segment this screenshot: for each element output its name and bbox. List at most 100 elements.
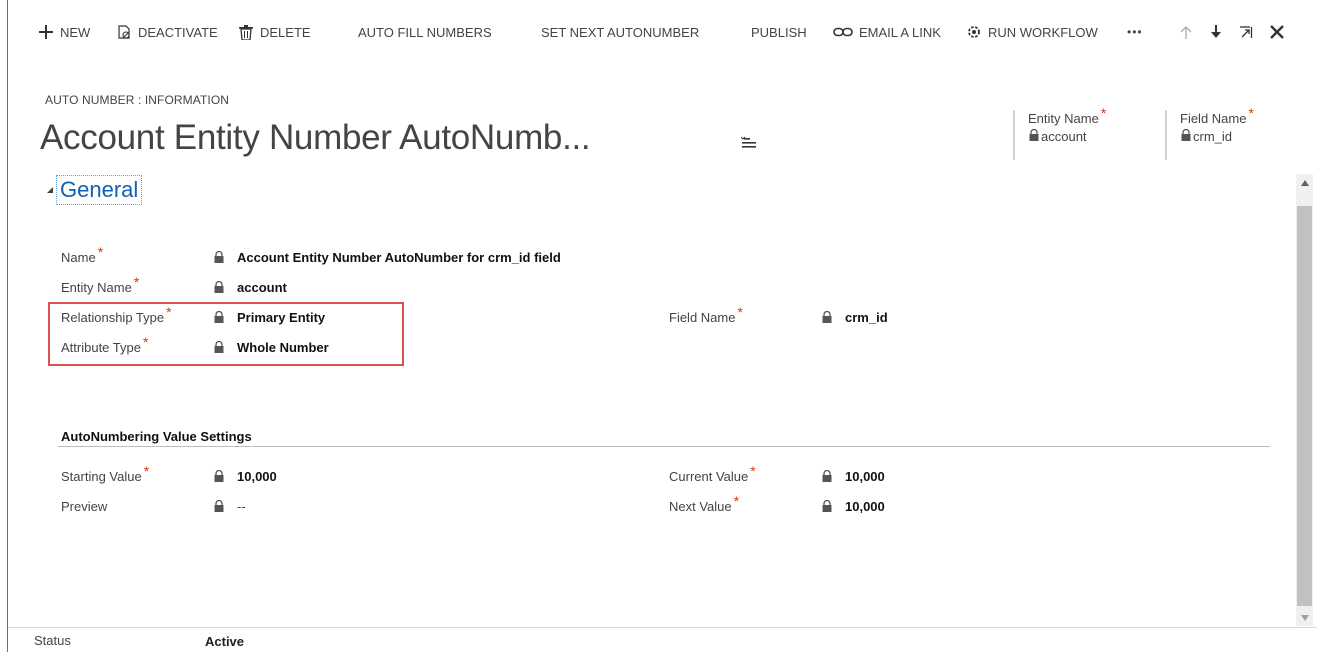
- name-label: Name *: [61, 244, 103, 265]
- highlight-box: [48, 302, 404, 366]
- previous-record-arrow-icon[interactable]: [1176, 21, 1196, 43]
- header-field-name-label: Field Name *: [1180, 105, 1254, 126]
- section-divider: [58, 446, 1270, 447]
- email-a-link-button[interactable]: EMAIL A LINK: [833, 18, 941, 46]
- lock-icon: [821, 311, 835, 323]
- lock-icon: [1180, 128, 1192, 144]
- header-field-entity-name[interactable]: Entity Name * account: [1013, 105, 1106, 160]
- name-row: Name * Account Entity Number AutoNumber f…: [61, 244, 1261, 268]
- required-marker: *: [133, 274, 140, 290]
- new-button-label: NEW: [60, 24, 91, 40]
- set-next-autonumber-button[interactable]: SET NEXT AUTONUMBER: [541, 18, 699, 46]
- set-next-autonumber-label: SET NEXT AUTONUMBER: [541, 24, 700, 40]
- status-value[interactable]: Active: [205, 634, 244, 649]
- header-field-name-label-text: Field Name: [1180, 111, 1247, 126]
- current-value-value-text: 10,000: [845, 468, 885, 484]
- workflow-icon: [966, 24, 982, 40]
- scrollbar-thumb[interactable]: [1297, 206, 1312, 606]
- plus-icon: [38, 24, 54, 40]
- name-value[interactable]: Account Entity Number AutoNumber for crm…: [213, 250, 561, 265]
- required-marker: *: [737, 304, 743, 320]
- auto-fill-numbers-label: AUTO FILL NUMBERS: [358, 24, 492, 40]
- pop-out-icon[interactable]: [1236, 21, 1256, 43]
- delete-button[interactable]: DELETE: [238, 18, 311, 46]
- starting-value-row: Starting Value * 10,000 Current Value * 10…: [61, 463, 1261, 487]
- required-marker: *: [733, 493, 740, 509]
- preview-value[interactable]: --: [213, 499, 246, 514]
- current-value-label-text: Current Value: [669, 468, 749, 484]
- vertical-scrollbar[interactable]: [1296, 174, 1313, 626]
- breadcrumb: AUTO NUMBER : INFORMATION: [45, 93, 230, 107]
- deactivate-button[interactable]: DEACTIVATE: [116, 18, 218, 46]
- starting-value-value[interactable]: 10,000: [213, 469, 277, 484]
- entity-name-value[interactable]: account: [213, 280, 287, 295]
- header-field-field-name[interactable]: Field Name * crm_id: [1165, 105, 1254, 160]
- lock-icon: [821, 500, 835, 512]
- field-name-value-text: crm_id: [845, 309, 888, 325]
- entity-name-label: Entity Name *: [61, 274, 139, 295]
- current-value-value[interactable]: 10,000: [821, 469, 885, 484]
- header-field-name-value: crm_id: [1180, 128, 1254, 144]
- link-icon: [833, 24, 853, 40]
- header-entity-name-value-text: account: [1041, 129, 1087, 144]
- close-icon[interactable]: [1267, 21, 1287, 43]
- collapse-triangle-icon: [46, 186, 57, 194]
- email-a-link-label: EMAIL A LINK: [859, 24, 941, 40]
- page-title: Account Entity Number AutoNumb...: [40, 118, 591, 157]
- preview-label-text: Preview: [61, 498, 108, 514]
- starting-value-label: Starting Value *: [61, 463, 149, 484]
- general-section-header[interactable]: General: [46, 175, 143, 205]
- publish-button[interactable]: PUBLISH: [751, 18, 807, 46]
- run-workflow-label: RUN WORKFLOW: [988, 24, 1098, 40]
- lock-icon: [1028, 128, 1040, 144]
- entity-name-label-text: Entity Name: [61, 279, 132, 295]
- lock-icon: [213, 281, 227, 293]
- required-marker: *: [1100, 105, 1107, 121]
- field-name-label-text: Field Name: [669, 309, 736, 325]
- name-label-text: Name: [61, 249, 96, 265]
- name-value-text: Account Entity Number AutoNumber for crm…: [237, 249, 561, 265]
- starting-value-label-text: Starting Value: [61, 468, 142, 484]
- header-entity-name-label-text: Entity Name: [1028, 111, 1099, 126]
- required-marker: *: [1248, 105, 1254, 121]
- form-selector-icon[interactable]: [740, 136, 759, 150]
- lock-icon: [213, 251, 227, 263]
- next-record-arrow-icon[interactable]: [1206, 21, 1226, 43]
- entity-name-row: Entity Name * account: [61, 274, 1261, 298]
- left-frame-rule: [7, 0, 8, 652]
- command-bar: NEW DEACTIVATE DELETE AUTO FILL NUMBERS …: [0, 0, 1317, 64]
- next-value-value[interactable]: 10,000: [821, 499, 885, 514]
- run-workflow-button[interactable]: RUN WORKFLOW: [966, 18, 1098, 46]
- deactivate-icon: [116, 24, 132, 40]
- preview-label: Preview: [61, 499, 107, 514]
- scroll-up-arrow-icon[interactable]: [1296, 174, 1313, 191]
- field-name-value[interactable]: crm_id: [821, 310, 888, 325]
- starting-value-value-text: 10,000: [237, 468, 277, 484]
- lock-icon: [213, 470, 227, 482]
- lock-icon: [821, 470, 835, 482]
- status-label: Status: [34, 633, 71, 648]
- more-commands-button[interactable]: •••: [1127, 18, 1143, 46]
- scroll-down-arrow-icon[interactable]: [1296, 609, 1313, 626]
- required-marker: *: [750, 463, 756, 479]
- new-button[interactable]: NEW: [38, 18, 90, 46]
- next-value-value-text: 10,000: [845, 498, 885, 514]
- lock-icon: [213, 500, 227, 512]
- autonumbering-section-heading: AutoNumbering Value Settings: [61, 429, 252, 444]
- delete-button-label: DELETE: [260, 24, 311, 40]
- auto-fill-numbers-button[interactable]: AUTO FILL NUMBERS: [358, 18, 492, 46]
- next-value-label-text: Next Value: [669, 498, 732, 514]
- header-field-name-value-text: crm_id: [1193, 129, 1233, 144]
- header-entity-name-label: Entity Name *: [1028, 105, 1106, 126]
- required-marker: *: [97, 244, 104, 260]
- section-title: General: [55, 175, 143, 205]
- header-entity-name-value: account: [1028, 128, 1106, 144]
- deactivate-button-label: DEACTIVATE: [138, 24, 218, 40]
- publish-label: PUBLISH: [751, 24, 807, 40]
- footer-divider: [8, 627, 1317, 628]
- field-name-label: Field Name *: [669, 304, 743, 325]
- preview-value-text: --: [237, 498, 246, 514]
- required-marker: *: [143, 463, 150, 479]
- trash-icon: [238, 24, 254, 40]
- next-value-label: Next Value *: [669, 493, 739, 514]
